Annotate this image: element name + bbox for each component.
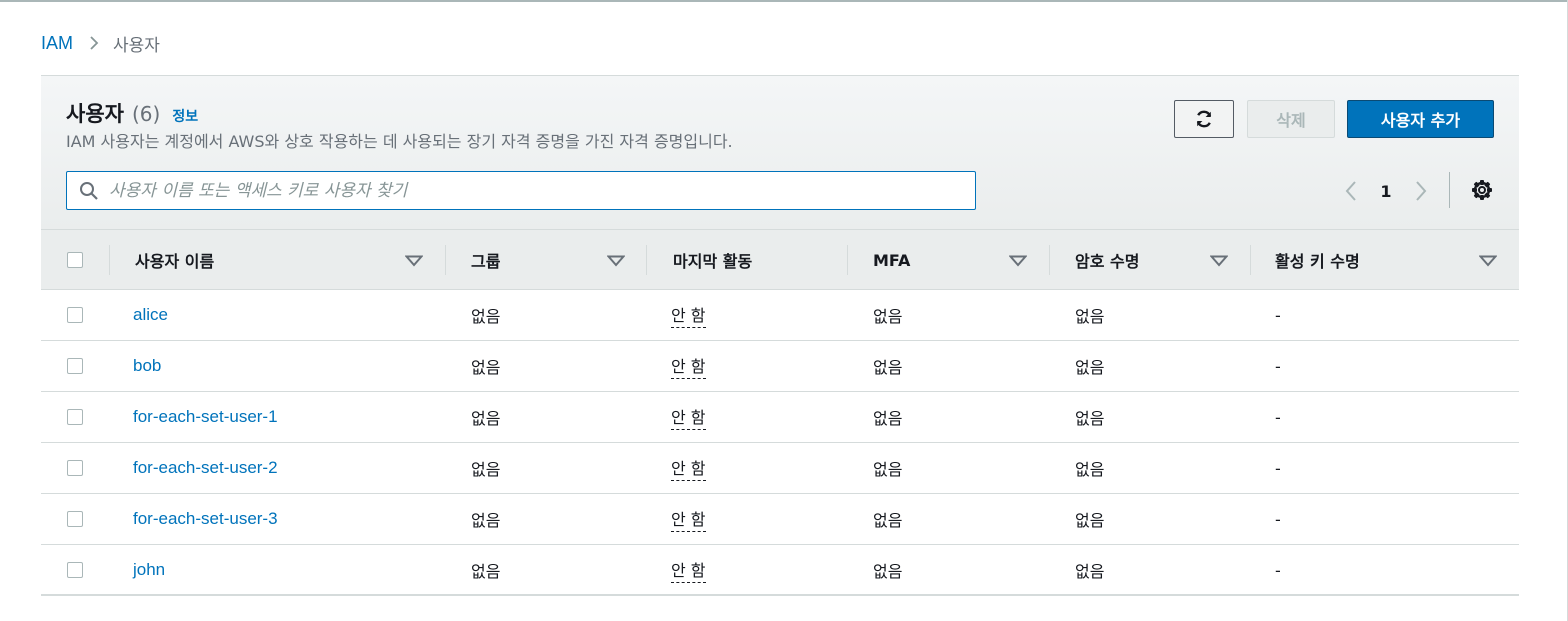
column-divider [109, 245, 110, 275]
active-key-age-cell: - [1275, 356, 1281, 376]
table-row: for-each-set-user-1 없음 안 함 없음 없음 - [41, 392, 1519, 443]
column-header-group[interactable]: 그룹 [471, 230, 500, 290]
group-cell: 없음 [471, 409, 501, 428]
chevron-right-icon[interactable] [1411, 180, 1431, 202]
password-age-cell: 없음 [1075, 307, 1105, 326]
column-header-last-activity[interactable]: 마지막 활동 [673, 230, 752, 290]
search-input[interactable] [109, 180, 949, 201]
group-cell: 없음 [471, 358, 501, 377]
password-age-cell: 없음 [1075, 409, 1105, 428]
row-checkbox[interactable] [67, 545, 83, 595]
info-link[interactable]: 정보 [172, 106, 198, 126]
active-key-age-cell: - [1275, 509, 1281, 529]
row-checkbox[interactable] [67, 290, 83, 340]
refresh-icon [1194, 109, 1214, 129]
caret-down-icon[interactable] [1210, 255, 1228, 267]
delete-button[interactable]: 삭제 [1247, 100, 1335, 138]
table-row: alice 없음 안 함 없음 없음 - [41, 290, 1519, 341]
caret-down-icon[interactable] [405, 255, 423, 267]
table-row: bob 없음 안 함 없음 없음 - [41, 341, 1519, 392]
column-divider [646, 245, 647, 275]
user-name-link[interactable]: bob [133, 341, 161, 391]
column-header-active-key-age[interactable]: 활성 키 수명 [1275, 230, 1360, 290]
group-cell: 없음 [471, 562, 501, 581]
last-activity-value[interactable]: 안 함 [671, 506, 706, 532]
active-key-age-cell: - [1275, 407, 1281, 427]
mfa-cell: 없음 [873, 409, 903, 428]
user-name-link[interactable]: for-each-set-user-1 [133, 392, 278, 442]
refresh-button[interactable] [1174, 100, 1234, 138]
group-cell: 없음 [471, 460, 501, 479]
password-age-cell: 없음 [1075, 562, 1105, 581]
page-description: IAM 사용자는 계정에서 AWS와 상호 작용하는 데 사용되는 장기 자격 … [66, 132, 733, 151]
chevron-left-icon[interactable] [1341, 180, 1361, 202]
mfa-cell: 없음 [873, 358, 903, 377]
last-activity-cell: 안 함 [671, 545, 706, 595]
table-header-area: 사용자 (6) 정보 IAM 사용자는 계정에서 AWS와 상호 작용하는 데 … [41, 76, 1519, 229]
last-activity-value[interactable]: 안 함 [671, 557, 706, 583]
mfa-cell: 없음 [873, 460, 903, 479]
page-title: 사용자 [66, 102, 124, 126]
mfa-cell: 없음 [873, 562, 903, 581]
last-activity-cell: 안 함 [671, 494, 706, 544]
group-cell: 없음 [471, 511, 501, 530]
title-row: 사용자 (6) 정보 [66, 98, 198, 128]
password-age-cell: 없음 [1075, 511, 1105, 530]
password-age-cell: 없음 [1075, 460, 1105, 479]
active-key-age-cell: - [1275, 560, 1281, 580]
search-box[interactable] [66, 171, 976, 210]
chevron-right-icon [89, 35, 99, 51]
column-header-username[interactable]: 사용자 이름 [135, 230, 214, 290]
gear-icon[interactable] [1471, 179, 1493, 201]
mfa-cell: 없음 [873, 511, 903, 530]
breadcrumb: IAM 사용자 [41, 30, 160, 56]
password-age-cell: 없음 [1075, 358, 1105, 377]
table-row: for-each-set-user-3 없음 안 함 없음 없음 - [41, 494, 1519, 545]
mfa-cell: 없음 [873, 307, 903, 326]
group-cell: 없음 [471, 307, 501, 326]
column-divider [1250, 245, 1251, 275]
last-activity-cell: 안 함 [671, 443, 706, 493]
row-checkbox[interactable] [67, 392, 83, 442]
user-name-link[interactable]: for-each-set-user-2 [133, 443, 278, 493]
pagination: 1 [1341, 177, 1431, 205]
table-body: alice 없음 안 함 없음 없음 - bob 없음 안 함 없음 없음 - … [41, 290, 1519, 596]
pagination-divider [1449, 172, 1450, 208]
caret-down-icon[interactable] [1009, 255, 1027, 267]
last-activity-value[interactable]: 안 함 [671, 302, 706, 328]
active-key-age-cell: - [1275, 305, 1281, 325]
breadcrumb-current: 사용자 [113, 35, 160, 56]
user-name-link[interactable]: john [133, 545, 165, 595]
row-checkbox[interactable] [67, 341, 83, 391]
last-activity-value[interactable]: 안 함 [671, 404, 706, 430]
user-name-link[interactable]: for-each-set-user-3 [133, 494, 278, 544]
user-name-link[interactable]: alice [133, 290, 168, 340]
column-divider [1049, 245, 1050, 275]
column-divider [847, 245, 848, 275]
last-activity-value[interactable]: 안 함 [671, 353, 706, 379]
active-key-age-cell: - [1275, 458, 1281, 478]
table-row: for-each-set-user-2 없음 안 함 없음 없음 - [41, 443, 1519, 494]
column-header-password-age[interactable]: 암호 수명 [1075, 230, 1139, 290]
add-user-button[interactable]: 사용자 추가 [1347, 100, 1494, 138]
top-border [0, 0, 1568, 2]
table-header: 사용자 이름 그룹 마지막 활동 MFA 암호 수명 활성 키 수명 [41, 229, 1519, 290]
row-checkbox[interactable] [67, 443, 83, 493]
user-count: (6) [131, 102, 161, 126]
last-activity-cell: 안 함 [671, 392, 706, 442]
search-icon [79, 181, 99, 201]
row-checkbox[interactable] [67, 494, 83, 544]
breadcrumb-iam-link[interactable]: IAM [41, 33, 73, 54]
select-all-checkbox[interactable] [67, 230, 83, 290]
last-activity-cell: 안 함 [671, 290, 706, 340]
users-table-container: 사용자 (6) 정보 IAM 사용자는 계정에서 AWS와 상호 작용하는 데 … [41, 75, 1519, 596]
column-divider [445, 245, 446, 275]
column-header-mfa[interactable]: MFA [873, 230, 910, 290]
current-page-number[interactable]: 1 [1361, 182, 1411, 201]
last-activity-value[interactable]: 안 함 [671, 455, 706, 481]
caret-down-icon[interactable] [1479, 255, 1497, 267]
last-activity-cell: 안 함 [671, 341, 706, 391]
caret-down-icon[interactable] [607, 255, 625, 267]
table-row: john 없음 안 함 없음 없음 - [41, 545, 1519, 596]
